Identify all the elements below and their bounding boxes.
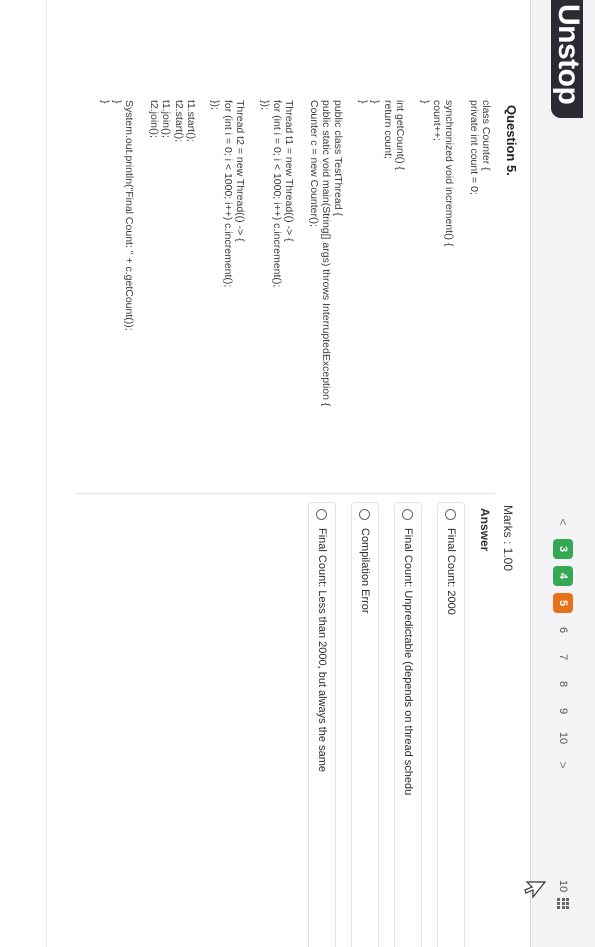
code-line: t1.start();: [184, 100, 197, 143]
answer-option[interactable]: Final Count: 2000: [437, 502, 465, 947]
code-line: Counter c = new Counter();: [307, 100, 320, 227]
radio-button[interactable]: [316, 509, 328, 520]
pager-prev-button[interactable]: <: [553, 512, 573, 532]
pager-item[interactable]: 9: [553, 701, 573, 721]
mouse-cursor-icon: [524, 881, 547, 899]
code-line: }: [111, 100, 124, 104]
pager-item[interactable]: 6: [553, 620, 573, 640]
code-line: count++;: [430, 100, 443, 141]
code-line: });: [209, 100, 222, 110]
code-line: }: [357, 100, 370, 104]
code-line: public static void main(String[] args) t…: [320, 100, 333, 407]
question-pager: < 3 4 5 6 7 8 9 10 >: [551, 512, 575, 775]
app-logo[interactable]: Unstop: [551, 0, 585, 119]
code-line: private int count = 0;: [467, 100, 480, 195]
question-marks: Marks : 1.00: [501, 505, 515, 572]
pager-total[interactable]: 10: [551, 880, 575, 910]
answer-option[interactable]: Final Count: Less than 2000, but always …: [308, 502, 336, 947]
code-line: System.out.println("Final Count: " + c.g…: [123, 100, 136, 331]
answer-option-label: Final Count: Less than 2000, but always …: [316, 528, 328, 772]
answer-option-label: Final Count: Unpredictable (depends on t…: [402, 528, 414, 796]
answer-option[interactable]: Compilation Error: [351, 502, 379, 947]
pager-item[interactable]: 4: [553, 566, 573, 586]
code-line: }: [98, 100, 111, 104]
code-line: }: [418, 100, 431, 104]
answer-option[interactable]: Final Count: Unpredictable (depends on t…: [394, 502, 422, 947]
pager-item[interactable]: 7: [553, 647, 573, 667]
code-line: class Counter {: [480, 100, 492, 171]
code-line: Thread t1 = new Thread(() -> {: [283, 100, 296, 242]
radio-button[interactable]: [445, 509, 457, 520]
code-line: synchronized void increment() {: [443, 100, 456, 247]
pager-item[interactable]: 10: [553, 728, 573, 748]
pager-next-button[interactable]: >: [553, 755, 573, 775]
code-line: }: [369, 100, 382, 104]
code-line: public class TestThread {: [332, 100, 345, 216]
code-line: t2.start();: [172, 100, 185, 143]
code-line: for (int i = 0; i < 1000; i++) c.increme…: [221, 100, 234, 288]
code-line: t2.join();: [147, 100, 160, 138]
grid-icon[interactable]: [557, 898, 569, 910]
code-line: return count;: [381, 100, 394, 159]
code-line: t1.join();: [160, 100, 173, 138]
code-line: for (int i = 0; i < 1000; i++) c.increme…: [270, 100, 283, 288]
pager-total-count: 10: [557, 880, 569, 893]
code-line: Thread t2 = new Thread(() -> {: [234, 100, 247, 242]
pager-item-current[interactable]: 5: [553, 593, 573, 613]
divider: [46, 0, 47, 947]
code-line: });: [258, 100, 271, 110]
top-bar: Unstop < 3 4 5 6 7 8 9 10 > 10: [530, 0, 595, 947]
radio-button[interactable]: [359, 509, 371, 520]
answer-option-label: Compilation Error: [359, 528, 371, 614]
pager-item[interactable]: 3: [553, 539, 573, 559]
rotated-page: Unstop < 3 4 5 6 7 8 9 10 > 10 Question …: [0, 0, 595, 947]
pager-item[interactable]: 8: [553, 674, 573, 694]
answer-option-label: Final Count: 2000: [445, 528, 457, 615]
answer-label: Answer: [478, 508, 492, 552]
code-line: int getCount() {: [393, 100, 406, 171]
radio-button[interactable]: [402, 509, 414, 520]
answer-panel: Answer Final Count: 2000 Final Count: Un…: [75, 493, 495, 947]
code-block: class Counter { private int count = 0; s…: [98, 100, 492, 500]
question-title: Question 5.: [504, 105, 519, 176]
